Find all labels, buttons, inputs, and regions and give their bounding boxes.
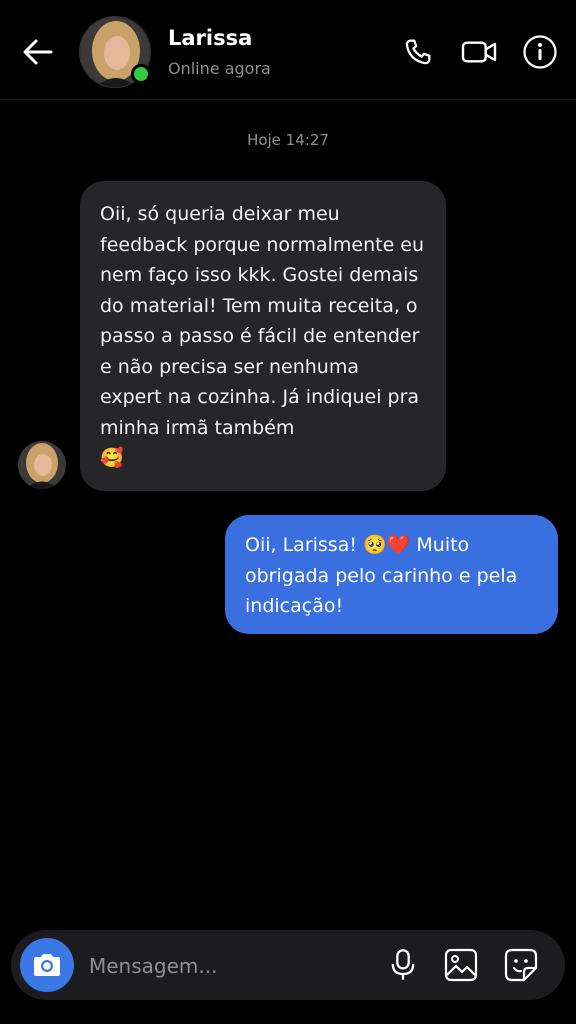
contact-avatar[interactable] bbox=[79, 16, 151, 88]
image-icon bbox=[444, 948, 478, 982]
camera-icon bbox=[34, 954, 60, 976]
info-icon bbox=[523, 35, 557, 69]
incoming-message-bubble[interactable]: Oii, só queria deixar meu feedback porqu… bbox=[80, 181, 446, 491]
call-button[interactable] bbox=[398, 32, 438, 72]
contact-status: Online agora bbox=[168, 59, 271, 78]
outgoing-message-text-start: Oii, Larissa! bbox=[245, 534, 364, 556]
online-indicator bbox=[131, 64, 151, 84]
contact-name[interactable]: Larissa bbox=[168, 26, 252, 50]
back-arrow-icon bbox=[23, 39, 53, 65]
video-call-button[interactable] bbox=[459, 32, 499, 72]
pleading-heart-emoji: 🥺❤️ bbox=[363, 534, 411, 556]
back-button[interactable] bbox=[16, 30, 60, 74]
profile-photo bbox=[18, 441, 66, 489]
voice-message-button[interactable] bbox=[383, 945, 423, 985]
phone-icon bbox=[405, 39, 431, 65]
message-composer bbox=[11, 930, 565, 1000]
chat-timestamp: Hoje 14:27 bbox=[247, 131, 329, 149]
camera-button[interactable] bbox=[20, 938, 74, 992]
sticker-icon bbox=[504, 948, 538, 982]
microphone-icon bbox=[391, 949, 415, 980]
outgoing-message-bubble[interactable]: Oii, Larissa! 🥺❤️ Muito obrigada pelo ca… bbox=[225, 515, 558, 634]
incoming-message-text: Oii, só queria deixar meu feedback porqu… bbox=[100, 203, 425, 439]
sticker-button[interactable] bbox=[501, 945, 541, 985]
message-input[interactable] bbox=[87, 947, 371, 985]
video-camera-icon bbox=[461, 41, 497, 63]
gallery-button[interactable] bbox=[441, 945, 481, 985]
info-button[interactable] bbox=[520, 32, 560, 72]
smiling-face-hearts-emoji: 🥰 bbox=[100, 447, 124, 469]
sender-avatar[interactable] bbox=[18, 441, 66, 489]
chat-header: Larissa Online agora bbox=[0, 0, 576, 100]
